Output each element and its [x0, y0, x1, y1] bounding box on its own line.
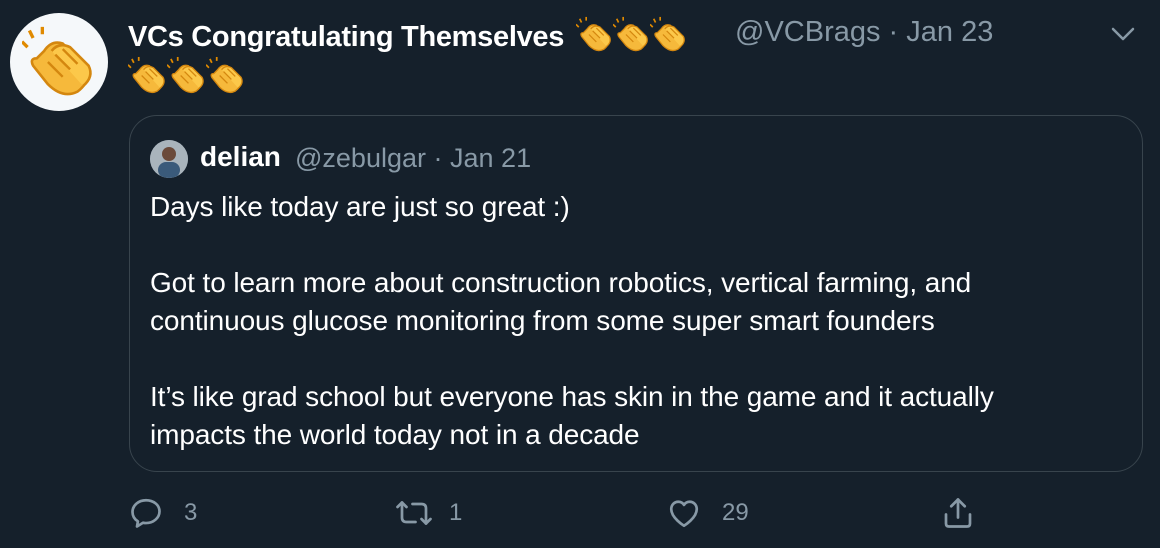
retweet-count: 1 — [449, 499, 463, 526]
person-avatar-icon — [150, 140, 188, 178]
quoted-handle-date: @zebulgar · Jan 21 — [295, 143, 531, 174]
like-button[interactable]: 29 — [666, 488, 749, 538]
name-claps — [576, 16, 687, 61]
dot-separator: · — [433, 143, 443, 173]
reply-icon — [131, 498, 161, 528]
display-name: VCs Congratulating Themselves — [128, 21, 565, 54]
clapping-hands-icon — [613, 16, 650, 53]
quoted-date: Jan 21 — [450, 143, 532, 173]
quoted-handle: @zebulgar — [295, 143, 426, 173]
quoted-display-name[interactable]: delian — [200, 141, 281, 173]
author-name[interactable]: VCs Congratulating Themselves — [128, 16, 687, 61]
tweet-header: VCs Congratulating Themselves @VCBrags ·… — [128, 14, 1140, 54]
quoted-tweet[interactable]: delian @zebulgar · Jan 21 Days like toda… — [129, 115, 1143, 472]
clapping-hands-icon — [206, 56, 245, 95]
retweet-icon — [396, 501, 432, 525]
dot-separator: · — [888, 16, 899, 48]
clapping-hands-icon — [167, 56, 206, 95]
share-button[interactable] — [940, 488, 976, 538]
reply-count: 3 — [184, 499, 198, 526]
quoted-avatar — [150, 140, 188, 178]
author-handle[interactable]: @VCBrags — [735, 16, 880, 48]
like-icon — [669, 500, 699, 528]
clapping-hands-icon — [22, 25, 96, 99]
clapping-hands-icon — [128, 56, 167, 95]
like-count: 29 — [722, 499, 749, 526]
tweet-actions: 3 1 29 — [128, 488, 988, 538]
clapping-hands-icon — [650, 16, 687, 53]
handle-and-date: @VCBrags · Jan 23 — [735, 16, 993, 49]
quoted-text: Days like today are just so great :) Got… — [150, 191, 994, 450]
tweet-body-claps — [128, 56, 245, 94]
chevron-down-icon[interactable] — [1106, 20, 1140, 48]
reply-button[interactable]: 3 — [128, 488, 197, 538]
retweet-button[interactable]: 1 — [393, 488, 462, 538]
share-icon — [944, 498, 972, 528]
tweet-date[interactable]: Jan 23 — [906, 16, 993, 48]
author-avatar[interactable] — [10, 13, 108, 111]
clapping-hands-icon — [576, 16, 613, 53]
